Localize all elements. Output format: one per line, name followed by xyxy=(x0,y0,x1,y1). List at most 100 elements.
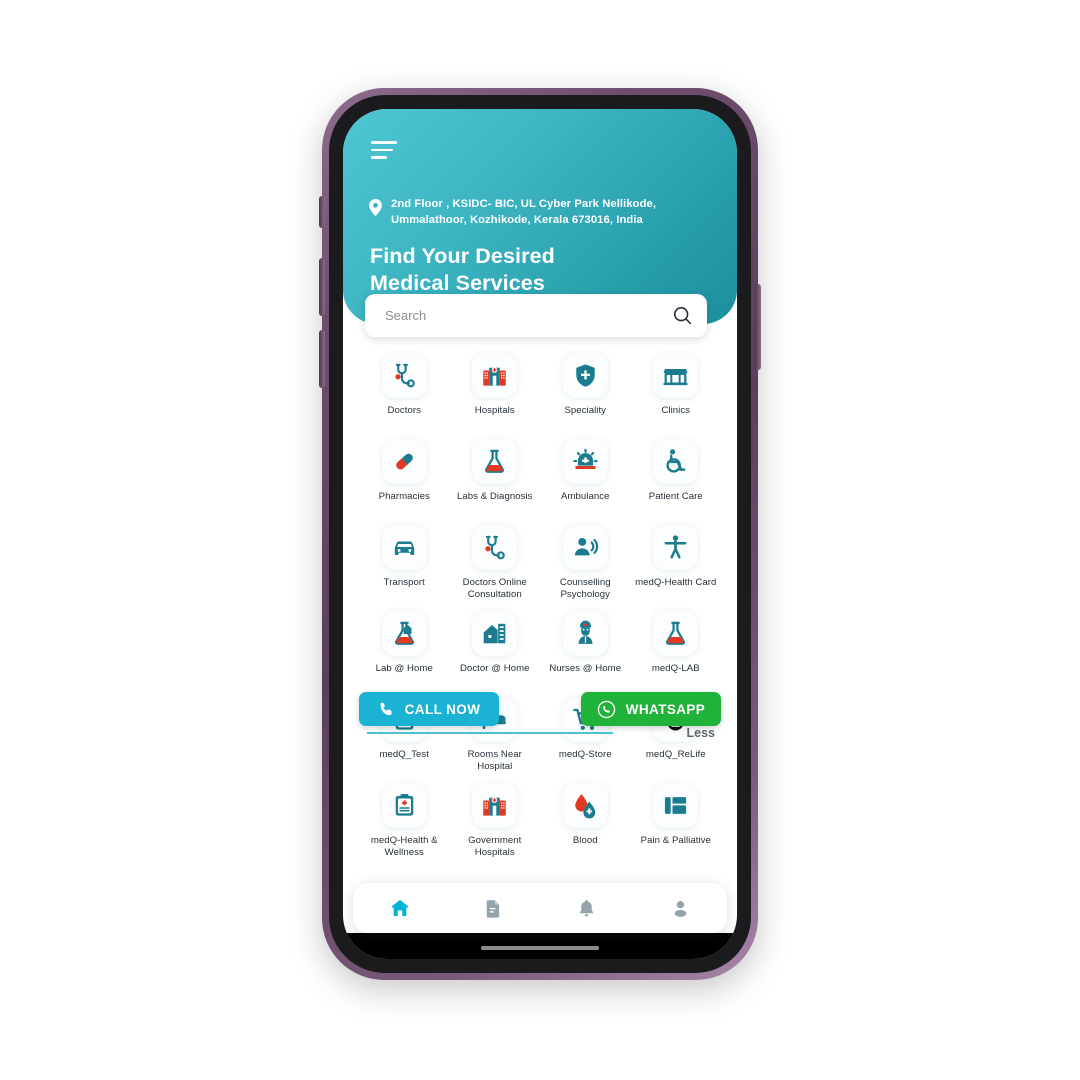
phone-bezel: 2nd Floor , KSIDC- BIC, UL Cyber Park Ne… xyxy=(329,95,751,973)
lab-flask-icon xyxy=(653,611,699,656)
service-tile-ambulance[interactable]: Ambulance xyxy=(540,433,631,519)
flask-home-icon xyxy=(381,611,427,656)
clipboard-plus-icon xyxy=(381,783,427,828)
service-tile-medq-health-wellness[interactable]: medQ-Health & Wellness xyxy=(359,777,450,863)
service-tile-government-hospitals[interactable]: Government Hospitals xyxy=(450,777,541,863)
service-tile-label: Rooms Near Hospital xyxy=(467,749,522,772)
hospital-building-icon xyxy=(472,353,518,398)
accessibility-person-icon xyxy=(653,525,699,570)
volume-up-button[interactable] xyxy=(319,258,325,316)
nav-item-home[interactable] xyxy=(370,883,430,933)
service-tile-hospitals[interactable]: Hospitals xyxy=(450,347,541,433)
service-tile-label: Blood xyxy=(572,835,598,846)
service-tile-label: Transport xyxy=(383,577,425,588)
person-icon xyxy=(674,900,687,917)
service-tile-label: Doctors Online Consultation xyxy=(462,577,527,600)
service-tile-label: medQ-LAB xyxy=(651,663,700,674)
shield-cross-icon xyxy=(562,353,608,398)
phone-icon xyxy=(380,702,392,715)
call-now-button[interactable]: CALL NOW xyxy=(359,692,499,726)
car-icon xyxy=(381,525,427,570)
phone-device-frame: 2nd Floor , KSIDC- BIC, UL Cyber Park Ne… xyxy=(319,88,761,980)
nav-item-profile[interactable] xyxy=(650,883,710,933)
stethoscope-icon xyxy=(472,525,518,570)
service-tile-pharmacies[interactable]: Pharmacies xyxy=(359,433,450,519)
service-tile-label: Speciality xyxy=(564,405,607,416)
service-tile-medq-health-card[interactable]: medQ-Health Card xyxy=(631,519,722,605)
hospital-building-icon xyxy=(472,783,518,828)
whatsapp-button[interactable]: WHATSAPP xyxy=(581,692,721,726)
service-grid: Doctors Hospitals Speciality Clinics Pharmac… xyxy=(343,347,737,863)
silent-switch-button[interactable] xyxy=(319,196,325,228)
search-input[interactable] xyxy=(383,307,672,324)
home-indicator xyxy=(481,946,599,950)
service-tile-lab-home[interactable]: Lab @ Home xyxy=(359,605,450,691)
volume-down-button[interactable] xyxy=(319,330,325,388)
service-tile-doctors[interactable]: Doctors xyxy=(359,347,450,433)
storefront-icon xyxy=(653,353,699,398)
blood-drops-icon xyxy=(562,783,608,828)
hamburger-line xyxy=(371,148,393,151)
service-tile-medq-lab[interactable]: medQ-LAB xyxy=(631,605,722,691)
phone-screen: 2nd Floor , KSIDC- BIC, UL Cyber Park Ne… xyxy=(343,109,737,959)
service-tile-patient-care[interactable]: Patient Care xyxy=(631,433,722,519)
search-icon[interactable] xyxy=(672,305,693,326)
whatsapp-label: WHATSAPP xyxy=(625,701,706,717)
address-text: 2nd Floor , KSIDC- BIC, UL Cyber Park Ne… xyxy=(391,198,657,226)
headline-line-1: Find Your Desired xyxy=(370,244,555,268)
page-title: Find Your Desired Medical Services xyxy=(370,243,717,298)
service-tile-doctor-home[interactable]: Doctor @ Home xyxy=(450,605,541,691)
service-tile-label: Pharmacies xyxy=(378,491,430,502)
bell-icon xyxy=(580,899,594,916)
service-tile-labs-diagnosis[interactable]: Labs & Diagnosis xyxy=(450,433,541,519)
service-tile-doctors-online-consultation[interactable]: Doctors Online Consultation xyxy=(450,519,541,605)
app-header: 2nd Floor , KSIDC- BIC, UL Cyber Park Ne… xyxy=(343,109,737,324)
service-tile-label: Clinics xyxy=(661,405,691,416)
service-tile-label: medQ_Test xyxy=(379,749,429,760)
nav-item-records[interactable] xyxy=(463,883,523,933)
call-now-label: CALL NOW xyxy=(404,701,481,717)
ambulance-siren-icon xyxy=(562,439,608,484)
search-bar[interactable] xyxy=(365,294,707,337)
service-tile-clinics[interactable]: Clinics xyxy=(631,347,722,433)
grid-layout-icon xyxy=(653,783,699,828)
home-icon xyxy=(391,899,409,917)
service-tile-blood[interactable]: Blood xyxy=(540,777,631,863)
service-tile-speciality[interactable]: Speciality xyxy=(540,347,631,433)
hamburger-line xyxy=(371,156,387,159)
hamburger-menu-icon[interactable] xyxy=(371,141,397,164)
nav-item-notifications[interactable] xyxy=(557,883,617,933)
service-tile-label: Counselling Psychology xyxy=(559,577,611,600)
service-tile-label: Pain & Palliative xyxy=(640,835,711,846)
service-tile-label: Doctor @ Home xyxy=(459,663,530,674)
person-speaking-icon xyxy=(562,525,608,570)
map-pin-icon xyxy=(369,199,382,216)
service-tile-label: Lab @ Home xyxy=(375,663,433,674)
power-button[interactable] xyxy=(755,284,761,370)
service-tile-counselling-psychology[interactable]: Counselling Psychology xyxy=(540,519,631,605)
whatsapp-icon xyxy=(597,700,616,718)
section-divider xyxy=(367,732,613,734)
service-tile-label: Ambulance xyxy=(561,491,610,502)
service-tile-label: Government Hospitals xyxy=(468,835,522,858)
service-tile-label: medQ-Health Card xyxy=(635,577,717,588)
location-address-row[interactable]: 2nd Floor , KSIDC- BIC, UL Cyber Park Ne… xyxy=(369,197,715,229)
show-less-link[interactable]: Less xyxy=(687,726,716,740)
service-tile-label: medQ-Store xyxy=(558,749,612,760)
house-medical-icon xyxy=(472,611,518,656)
lab-flask-icon xyxy=(472,439,518,484)
service-tile-label: Patient Care xyxy=(648,491,703,502)
service-tile-transport[interactable]: Transport xyxy=(359,519,450,605)
document-icon xyxy=(486,899,499,918)
service-tile-label: medQ_ReLife xyxy=(645,749,706,760)
service-tile-nurses-home[interactable]: Nurses @ Home xyxy=(540,605,631,691)
nurse-icon xyxy=(562,611,608,656)
service-tile-label: Labs & Diagnosis xyxy=(457,491,533,502)
service-tile-pain-palliative[interactable]: Pain & Palliative xyxy=(631,777,722,863)
hamburger-line xyxy=(371,141,397,144)
service-tile-label: Doctors xyxy=(387,405,421,416)
service-tile-label: Hospitals xyxy=(474,405,515,416)
service-tile-label: Nurses @ Home xyxy=(549,663,622,674)
bottom-navigation-bar xyxy=(353,883,727,933)
pill-capsule-icon xyxy=(381,439,427,484)
